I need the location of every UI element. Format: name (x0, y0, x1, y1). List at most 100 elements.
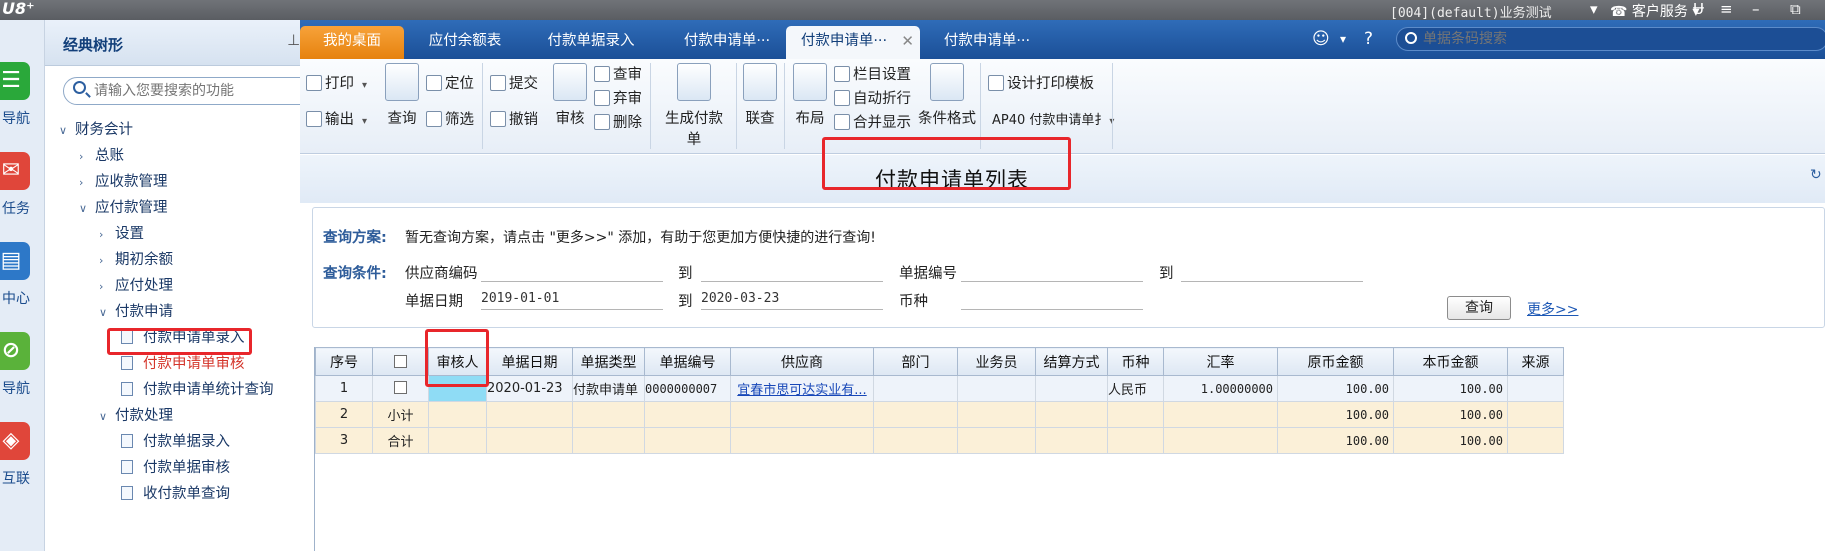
row-checkbox-cell[interactable] (372, 375, 429, 402)
doc-date-label: 单据日期 (405, 294, 463, 310)
menu-icon[interactable]: ≡ (1720, 0, 1733, 18)
column-header[interactable]: 汇率 (1163, 347, 1278, 376)
search-icon (1405, 32, 1417, 44)
audit-button[interactable]: 审核 (552, 63, 588, 128)
barcode-search-input[interactable] (1423, 30, 1723, 48)
tree-node-opening-balance[interactable]: › 期初余额 (99, 248, 173, 272)
column-header[interactable]: 供应商 (730, 347, 874, 376)
tab-payment-entry[interactable]: 付款单据录入 (526, 26, 656, 59)
auto-wrap-button[interactable]: 自动折行 (834, 87, 911, 108)
design-print-template-button[interactable]: 设计打印模板 (988, 72, 1094, 93)
supplier-code-to-input[interactable] (701, 260, 883, 282)
doc-no-from-input[interactable] (961, 260, 1143, 282)
layout-button[interactable]: 布局 (792, 63, 828, 128)
tree-node-settings[interactable]: › 设置 (99, 222, 144, 246)
nav-item-center[interactable]: ▤ 中心 (0, 220, 45, 320)
tab-payment-request-3[interactable]: 付款申请单··· (922, 26, 1052, 59)
column-header[interactable]: 单据日期 (486, 347, 573, 376)
pin-icon[interactable]: ⊥ (287, 31, 300, 49)
cell-settlement (1035, 375, 1108, 402)
tab-payment-request-active[interactable]: 付款申请单··· ✕ (786, 26, 920, 59)
print-button[interactable]: 打印 ▾ (306, 72, 367, 93)
smiley-icon[interactable]: ☺ (1312, 29, 1330, 49)
generate-payment-button[interactable]: 生成付款单 (658, 63, 730, 149)
customer-service-menu[interactable]: ☎ 客户服务 ▾ (1610, 1, 1699, 21)
column-settings-button[interactable]: 栏目设置 (834, 63, 911, 84)
help-icon[interactable]: ? (1364, 29, 1373, 49)
more-link[interactable]: 更多>> (1527, 299, 1578, 319)
table-row[interactable]: 1 2020-01-23 付款申请单 0000000007 宜春市思可达实业有.… (315, 375, 1564, 402)
barcode-search-box[interactable] (1396, 27, 1825, 51)
tree-node-payment-audit[interactable]: 付款单据审核 (121, 456, 230, 480)
query-submit-button[interactable]: 查询 (1447, 296, 1511, 320)
tree-node-payment-processing[interactable]: ∨ 付款处理 (99, 404, 173, 428)
cell-supplier[interactable]: 宜春市思可达实业有... (730, 375, 874, 402)
tree-search-box[interactable] (63, 77, 323, 105)
column-header[interactable]: 单据类型 (572, 347, 645, 376)
help-toggle-icon[interactable]: Ʉ (1693, 0, 1704, 18)
row-checkbox[interactable] (394, 381, 407, 394)
submit-button[interactable]: 提交 (490, 72, 538, 93)
condition-format-button[interactable]: 条件格式 (918, 63, 976, 128)
column-header[interactable]: 结算方式 (1035, 347, 1108, 376)
merge-display-button[interactable]: 合并显示 (834, 111, 911, 132)
doc-date-from-input[interactable] (481, 288, 663, 310)
cell-orig-amount: 100.00 (1277, 375, 1394, 402)
template-select[interactable]: AP40 付款申请单扌▾ (992, 109, 1114, 128)
magnifier-icon (385, 63, 419, 101)
tree-node-finance[interactable]: ∨ 财务会计 (59, 118, 133, 142)
doc-no-to-input[interactable] (1181, 260, 1363, 282)
nav-item-compass[interactable]: ⊘ 导航 (0, 310, 45, 410)
currency-input[interactable] (961, 288, 1143, 310)
filter-button[interactable]: 筛选 (426, 108, 474, 129)
column-header[interactable]: 来源 (1507, 347, 1564, 376)
column-header[interactable]: 业务员 (957, 347, 1036, 376)
tab-ap-balance[interactable]: 应付余额表 (410, 26, 520, 59)
abandon-button[interactable]: 弃审 (594, 87, 642, 108)
select-all-checkbox[interactable] (394, 354, 407, 368)
tab-payment-request-1[interactable]: 付款申请单··· (662, 26, 792, 59)
locate-button[interactable]: 定位 (426, 72, 474, 93)
export-button[interactable]: 输出 ▾ (306, 108, 367, 129)
column-header[interactable]: 币种 (1107, 347, 1164, 376)
column-header[interactable]: 本币金额 (1393, 347, 1508, 376)
column-header[interactable]: 部门 (873, 347, 958, 376)
tree-node-request-stats[interactable]: 付款申请单统计查询 (121, 378, 274, 402)
query-button[interactable]: 查询 (384, 63, 420, 128)
account-dropdown-icon[interactable]: ▾ (1590, 0, 1598, 18)
to-label: 到 (678, 266, 693, 282)
toolbar-divider (482, 63, 483, 149)
delete-button[interactable]: 删除 (594, 111, 642, 132)
nav-item-task[interactable]: ✉ 任务 (0, 130, 45, 230)
nav-item-connect[interactable]: ◈ 互联 (0, 400, 45, 500)
close-tab-icon[interactable]: ✕ (901, 26, 914, 57)
chevron-down-icon[interactable]: ▾ (1340, 32, 1346, 46)
tree-node-request-audit[interactable]: 付款申请单审核 (121, 352, 245, 376)
column-header[interactable]: 单据编号 (644, 347, 731, 376)
tree-node-gl[interactable]: › 总账 (79, 144, 124, 168)
doc-date-to-input[interactable] (701, 288, 883, 310)
linked-query-button[interactable]: 联查 (742, 63, 778, 128)
tree-node-ap-processing[interactable]: › 应付处理 (99, 274, 173, 298)
tree-node-ap[interactable]: ∨ 应付款管理 (79, 196, 168, 220)
column-header[interactable]: 序号 (315, 347, 373, 376)
checkmark-icon (490, 75, 506, 91)
tree-node-payment-entry[interactable]: 付款单据录入 (121, 430, 230, 454)
tab-my-desktop[interactable]: 我的桌面 (300, 26, 404, 59)
nav-item-navigation[interactable]: ☰ 导航 (0, 40, 45, 140)
tree-node-ar[interactable]: › 应收款管理 (79, 170, 168, 194)
query-scheme-hint: 暂无查询方案，请点击 "更多>>" 添加，有助于您更加方便快捷的进行查询! (405, 230, 876, 246)
minimize-icon[interactable]: – (1752, 0, 1760, 18)
refresh-icon[interactable]: ↻ (1810, 167, 1822, 183)
supplier-code-from-input[interactable] (481, 260, 663, 282)
select-all-checkbox-header[interactable] (372, 347, 429, 376)
revoke-button[interactable]: 撤销 (490, 108, 538, 129)
restore-icon[interactable]: ⧉ (1790, 0, 1801, 18)
supplier-link[interactable]: 宜春市思可达实业有... (737, 383, 866, 398)
tree-node-receipt-query[interactable]: 收付款单查询 (121, 482, 230, 506)
tree-node-payment-request[interactable]: ∨ 付款申请 (99, 300, 173, 324)
approve-query-button[interactable]: 查审 (594, 63, 642, 84)
tree-title: 经典树形 (63, 36, 124, 54)
tree-search-input[interactable] (94, 81, 314, 101)
column-header[interactable]: 原币金额 (1277, 347, 1394, 376)
